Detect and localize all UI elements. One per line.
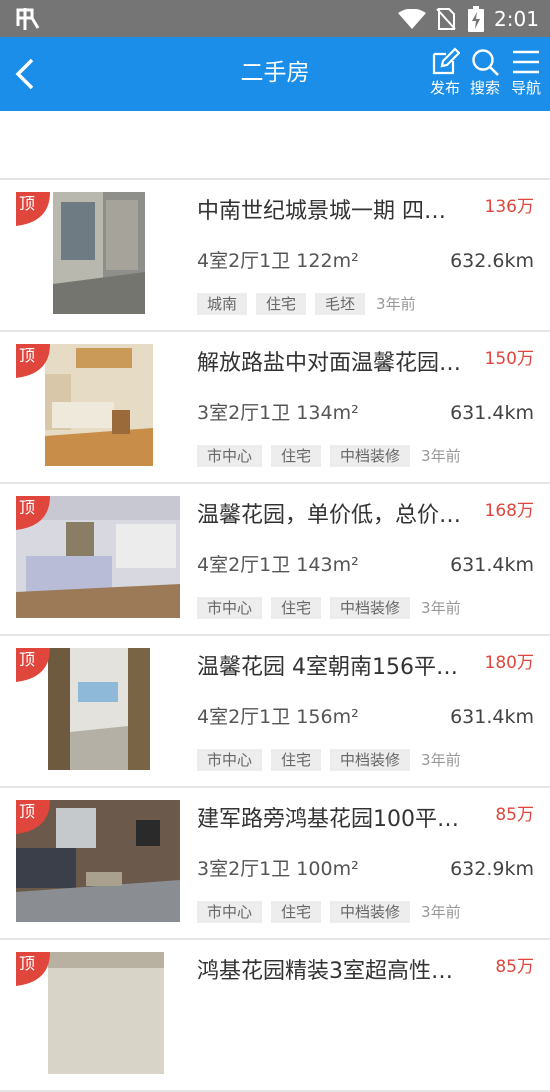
publish-button[interactable]: 发布 [423, 47, 467, 98]
listing-item[interactable]: 顶 中南世纪城景城一期 四室两厅… 136万 4室2厅1卫 122m² 632.… [0, 180, 550, 332]
tag-area: 市中心 [197, 749, 263, 771]
listing-item[interactable]: 顶 解放路盐中对面温馨花园三室… 150万 3室2厅1卫 134m² 631.4… [0, 332, 550, 484]
top-badge: 顶 [16, 800, 50, 834]
listing-item[interactable]: 顶 鸿基花园精装3室超高性价比… 85万 [0, 940, 550, 1092]
listing-tags: 城南 住宅 毛坯 3年前 [197, 293, 416, 317]
tag-area: 城南 [197, 293, 248, 315]
tag-decoration: 中档装修 [330, 901, 411, 923]
tag-type: 住宅 [256, 293, 307, 315]
top-badge: 顶 [16, 496, 50, 530]
listing-age: 3年前 [421, 903, 461, 921]
nav-button[interactable]: 导航 [504, 47, 548, 98]
listing-spec: 4室2厅1卫 143m² [197, 554, 359, 576]
listing-price: 150万 [484, 349, 534, 369]
listing-distance: 632.9km [450, 858, 534, 880]
listing-title: 鸿基花园精装3室超高性价比… [197, 959, 467, 984]
tag-type: 住宅 [271, 901, 322, 923]
search-icon [472, 49, 499, 76]
listing-age: 3年前 [421, 751, 461, 769]
no-sim-icon [436, 8, 456, 30]
listing-spec: 4室2厅1卫 156m² [197, 706, 359, 728]
listing-age: 3年前 [421, 599, 461, 617]
listing-price: 136万 [484, 197, 534, 217]
listing-list[interactable]: 顶 中南世纪城景城一期 四室两厅… 136万 4室2厅1卫 122m² 632.… [0, 180, 550, 1092]
top-badge: 顶 [16, 192, 50, 226]
search-button[interactable]: 搜索 [463, 47, 507, 98]
app-notification-icon [16, 8, 40, 30]
listing-tags: 市中心 住宅 中档装修 3年前 [197, 901, 461, 925]
listing-price: 85万 [495, 805, 534, 825]
listing-age: 3年前 [421, 447, 461, 465]
listing-spec: 3室2厅1卫 134m² [197, 402, 359, 424]
tag-decoration: 毛坯 [315, 293, 366, 315]
top-badge-label: 顶 [19, 194, 36, 213]
wifi-icon [398, 9, 426, 29]
listing-distance: 632.6km [450, 250, 534, 272]
top-badge: 顶 [16, 648, 50, 682]
tag-area: 市中心 [197, 597, 263, 619]
listing-title: 温馨花园，单价低，总价低… [197, 503, 467, 528]
listing-spec: 4室2厅1卫 122m² [197, 250, 359, 272]
tag-decoration: 中档装修 [330, 597, 411, 619]
listing-title: 温馨花园 4室朝南156平米… [197, 655, 467, 680]
filter-bar-area [0, 111, 550, 180]
tag-area: 市中心 [197, 445, 263, 467]
top-badge-label: 顶 [19, 346, 36, 365]
listing-distance: 631.4km [450, 554, 534, 576]
listing-title: 解放路盐中对面温馨花园三室… [197, 351, 467, 376]
listing-item[interactable]: 顶 温馨花园 4室朝南156平米… 180万 4室2厅1卫 156m² 631.… [0, 636, 550, 788]
listing-tags: 市中心 住宅 中档装修 3年前 [197, 749, 461, 773]
top-badge-label: 顶 [19, 954, 36, 973]
search-label: 搜索 [469, 79, 500, 97]
battery-charging-icon [468, 6, 484, 32]
edit-icon [432, 47, 460, 75]
listing-price: 180万 [484, 653, 534, 673]
publish-label: 发布 [429, 79, 460, 97]
listing-title: 中南世纪城景城一期 四室两厅… [197, 199, 467, 224]
tag-decoration: 中档装修 [330, 749, 411, 771]
listing-age: 3年前 [376, 295, 416, 313]
listing-distance: 631.4km [450, 402, 534, 424]
tag-type: 住宅 [271, 749, 322, 771]
top-badge-label: 顶 [19, 802, 36, 821]
nav-label: 导航 [510, 79, 541, 97]
tag-type: 住宅 [271, 445, 322, 467]
status-time: 2:01 [494, 7, 539, 31]
tag-area: 市中心 [197, 901, 263, 923]
top-badge-label: 顶 [19, 498, 36, 517]
listing-price: 85万 [495, 957, 534, 977]
listing-item[interactable]: 顶 建军路旁鸿基花园100平米… 85万 3室2厅1卫 100m² 632.9k… [0, 788, 550, 940]
listing-title: 建军路旁鸿基花园100平米… [197, 807, 467, 832]
top-badge: 顶 [16, 952, 50, 986]
listing-tags: 市中心 住宅 中档装修 3年前 [197, 445, 461, 469]
tag-decoration: 中档装修 [330, 445, 411, 467]
status-bar: 2:01 [0, 0, 550, 37]
top-badge-label: 顶 [19, 650, 36, 669]
listing-price: 168万 [484, 501, 534, 521]
listing-item[interactable]: 顶 温馨花园，单价低，总价低… 168万 4室2厅1卫 143m² 631.4k… [0, 484, 550, 636]
listing-tags: 市中心 住宅 中档装修 3年前 [197, 597, 461, 621]
top-badge: 顶 [16, 344, 50, 378]
tag-type: 住宅 [271, 597, 322, 619]
app-bar: 二手房 发布 搜索 导航 [0, 37, 550, 111]
listing-spec: 3室2厅1卫 100m² [197, 858, 359, 880]
menu-icon [513, 50, 539, 74]
listing-distance: 631.4km [450, 706, 534, 728]
